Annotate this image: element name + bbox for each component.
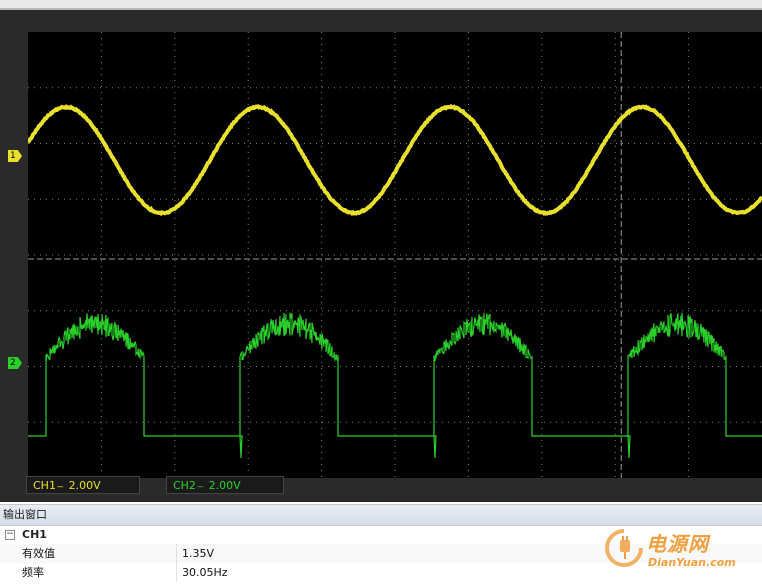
- waveform-screen: [28, 32, 762, 478]
- ch1-scale-value: 2.00V: [69, 479, 101, 492]
- ch1-scale-label: CH1: [33, 479, 56, 492]
- ch1-scale-readout[interactable]: CH1--- 2.00V: [26, 476, 140, 494]
- watermark-en-text: DianYuan.com: [648, 556, 736, 569]
- watermark-cn-text: 电源网: [646, 528, 709, 557]
- measurement-name: 有效值: [22, 544, 55, 563]
- column-divider: [176, 563, 177, 582]
- ch2-scale-label: CH2: [173, 479, 196, 492]
- ch2-waveform-trace: [28, 313, 762, 458]
- dc-coupling-icon: ---: [197, 482, 203, 491]
- ch2-scale-value: 2.00V: [209, 479, 241, 492]
- ch2-level-marker[interactable]: 2: [8, 357, 22, 369]
- dc-coupling-icon: ---: [57, 482, 63, 491]
- group-name: CH1: [22, 526, 47, 544]
- column-divider: [176, 544, 177, 563]
- oscilloscope-display-frame: 1 2: [0, 8, 762, 502]
- ch1-level-marker[interactable]: 1: [8, 150, 22, 162]
- measurement-name: 频率: [22, 563, 44, 582]
- site-watermark: 电源网 DianYuan.com: [596, 522, 756, 578]
- channel-scale-bar: CH1--- 2.00V CH2--- 2.00V: [24, 476, 762, 494]
- ch2-scale-readout[interactable]: CH2--- 2.00V: [166, 476, 284, 494]
- plug-logo-icon: [604, 528, 644, 568]
- collapse-toggle-icon[interactable]: −: [5, 530, 15, 540]
- measurement-value: 30.05Hz: [182, 563, 228, 582]
- top-toolbar-strip: [0, 0, 762, 8]
- graticule: [28, 32, 762, 478]
- measurement-value: 1.35V: [182, 544, 214, 563]
- waveform-plot: [28, 32, 762, 478]
